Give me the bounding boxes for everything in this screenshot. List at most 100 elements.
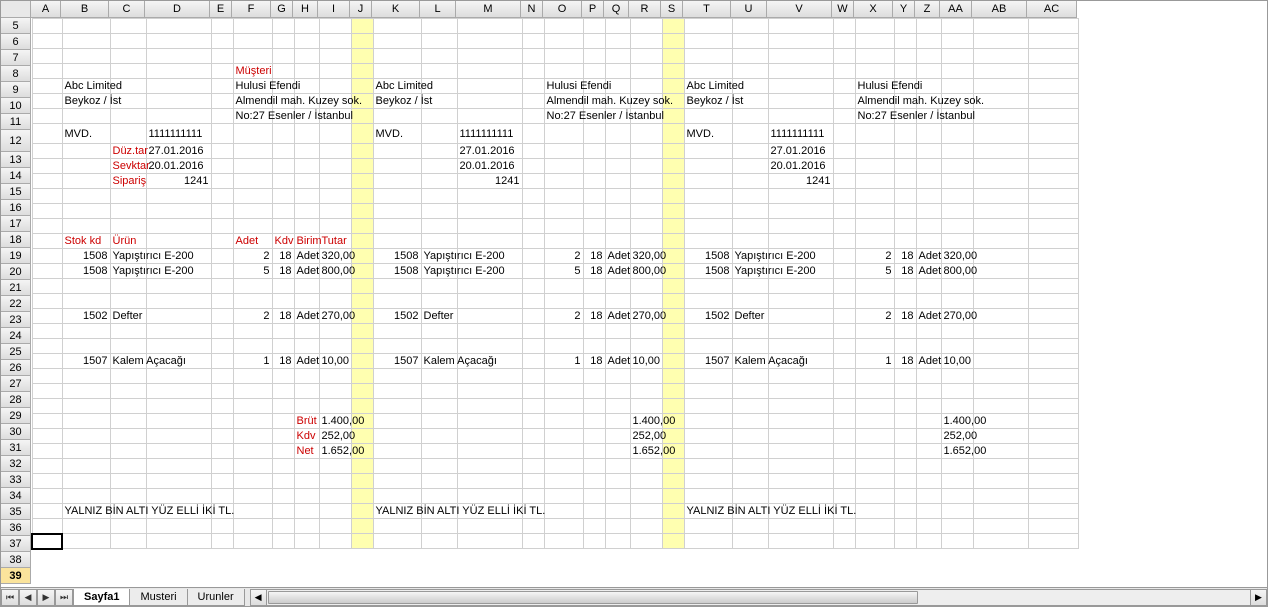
- cell-P35[interactable]: [583, 474, 605, 489]
- cell-Q19[interactable]: [605, 234, 630, 249]
- col-header-H[interactable]: H: [293, 1, 318, 18]
- cell-W10[interactable]: [833, 94, 855, 109]
- cell-Z29[interactable]: [916, 384, 941, 399]
- cell-Y21[interactable]: 18: [894, 264, 916, 279]
- cell-A36[interactable]: [32, 489, 62, 504]
- cell-R17[interactable]: [630, 204, 662, 219]
- row-header-30[interactable]: 30: [1, 424, 31, 440]
- cell-J29[interactable]: [351, 384, 373, 399]
- cell-Z37[interactable]: [916, 504, 941, 519]
- cell-B25[interactable]: [62, 324, 110, 339]
- cell-P30[interactable]: [583, 399, 605, 414]
- cell-B24[interactable]: 1502: [62, 309, 110, 324]
- cell-A23[interactable]: [32, 294, 62, 309]
- cell-Q8[interactable]: [605, 64, 630, 79]
- cell-H33[interactable]: Net: [294, 444, 319, 459]
- cell-C22[interactable]: [110, 279, 146, 294]
- cell-T5[interactable]: [684, 19, 732, 34]
- cell-S7[interactable]: [662, 49, 684, 64]
- cell-W17[interactable]: [833, 204, 855, 219]
- col-header-V[interactable]: V: [767, 1, 832, 18]
- cell-AA24[interactable]: 270,00: [941, 309, 973, 324]
- cell-Y31[interactable]: [894, 414, 916, 429]
- col-header-D[interactable]: D: [145, 1, 210, 18]
- cell-J17[interactable]: [351, 204, 373, 219]
- cell-P26[interactable]: [583, 339, 605, 354]
- cell-W19[interactable]: [833, 234, 855, 249]
- cell-I31[interactable]: 1.400,00: [319, 414, 351, 429]
- col-header-Y[interactable]: Y: [893, 1, 915, 18]
- cell-AC17[interactable]: [1028, 204, 1078, 219]
- cell-B38[interactable]: [62, 519, 110, 534]
- cell-I17[interactable]: [319, 204, 351, 219]
- cell-N33[interactable]: [522, 444, 544, 459]
- cell-O21[interactable]: 5: [544, 264, 583, 279]
- cell-Q17[interactable]: [605, 204, 630, 219]
- cell-E12[interactable]: [211, 124, 233, 144]
- cell-O26[interactable]: [544, 339, 583, 354]
- cell-AC10[interactable]: [1028, 94, 1078, 109]
- cell-O15[interactable]: [544, 174, 583, 189]
- cell-R39[interactable]: [630, 534, 662, 549]
- cell-X11[interactable]: No:27 Esenler / İstanbul: [855, 109, 894, 124]
- cell-N28[interactable]: [522, 369, 544, 384]
- cell-C8[interactable]: [110, 64, 146, 79]
- cell-I22[interactable]: [319, 279, 351, 294]
- cell-A20[interactable]: [32, 249, 62, 264]
- cell-D19[interactable]: [146, 234, 211, 249]
- cell-W12[interactable]: [833, 124, 855, 144]
- cell-F8[interactable]: Müşteri: [233, 64, 272, 79]
- cell-F27[interactable]: 1: [233, 354, 272, 369]
- cell-M35[interactable]: [457, 474, 522, 489]
- cell-K6[interactable]: [373, 34, 421, 49]
- cell-AB27[interactable]: [973, 354, 1028, 369]
- cell-A10[interactable]: [32, 94, 62, 109]
- cell-Z18[interactable]: [916, 219, 941, 234]
- cell-U22[interactable]: [732, 279, 768, 294]
- cell-M38[interactable]: [457, 519, 522, 534]
- cell-Z27[interactable]: Adet: [916, 354, 941, 369]
- cell-K39[interactable]: [373, 534, 421, 549]
- cell-Y6[interactable]: [894, 34, 916, 49]
- cell-AA5[interactable]: [941, 19, 973, 34]
- cell-B7[interactable]: [62, 49, 110, 64]
- cell-L28[interactable]: [421, 369, 457, 384]
- cell-C24[interactable]: Defter: [110, 309, 146, 324]
- cell-Q27[interactable]: Adet: [605, 354, 630, 369]
- cell-K27[interactable]: 1507: [373, 354, 421, 369]
- cell-H5[interactable]: [294, 19, 319, 34]
- sheet-tab-urunler[interactable]: Urunler: [187, 589, 245, 606]
- cell-N17[interactable]: [522, 204, 544, 219]
- scroll-right-button[interactable]: ▶: [1250, 590, 1266, 605]
- cell-X37[interactable]: [855, 504, 894, 519]
- cell-I28[interactable]: [319, 369, 351, 384]
- cell-Q14[interactable]: [605, 159, 630, 174]
- cell-N25[interactable]: [522, 324, 544, 339]
- cell-H15[interactable]: [294, 174, 319, 189]
- cell-R37[interactable]: [630, 504, 662, 519]
- cell-A17[interactable]: [32, 204, 62, 219]
- cell-K29[interactable]: [373, 384, 421, 399]
- cell-D33[interactable]: [146, 444, 211, 459]
- cell-AB29[interactable]: [973, 384, 1028, 399]
- cell-P16[interactable]: [583, 189, 605, 204]
- cell-G27[interactable]: 18: [272, 354, 294, 369]
- cell-K8[interactable]: [373, 64, 421, 79]
- cell-W22[interactable]: [833, 279, 855, 294]
- cell-A15[interactable]: [32, 174, 62, 189]
- cell-U12[interactable]: [732, 124, 768, 144]
- cell-L34[interactable]: [421, 459, 457, 474]
- cell-W8[interactable]: [833, 64, 855, 79]
- cell-Q32[interactable]: [605, 429, 630, 444]
- cell-R25[interactable]: [630, 324, 662, 339]
- cell-AB38[interactable]: [973, 519, 1028, 534]
- cell-M23[interactable]: [457, 294, 522, 309]
- cell-AC6[interactable]: [1028, 34, 1078, 49]
- cell-C16[interactable]: [110, 189, 146, 204]
- cell-H22[interactable]: [294, 279, 319, 294]
- cell-Q16[interactable]: [605, 189, 630, 204]
- cell-U33[interactable]: [732, 444, 768, 459]
- cell-E39[interactable]: [211, 534, 233, 549]
- cell-R19[interactable]: [630, 234, 662, 249]
- cell-B13[interactable]: [62, 144, 110, 159]
